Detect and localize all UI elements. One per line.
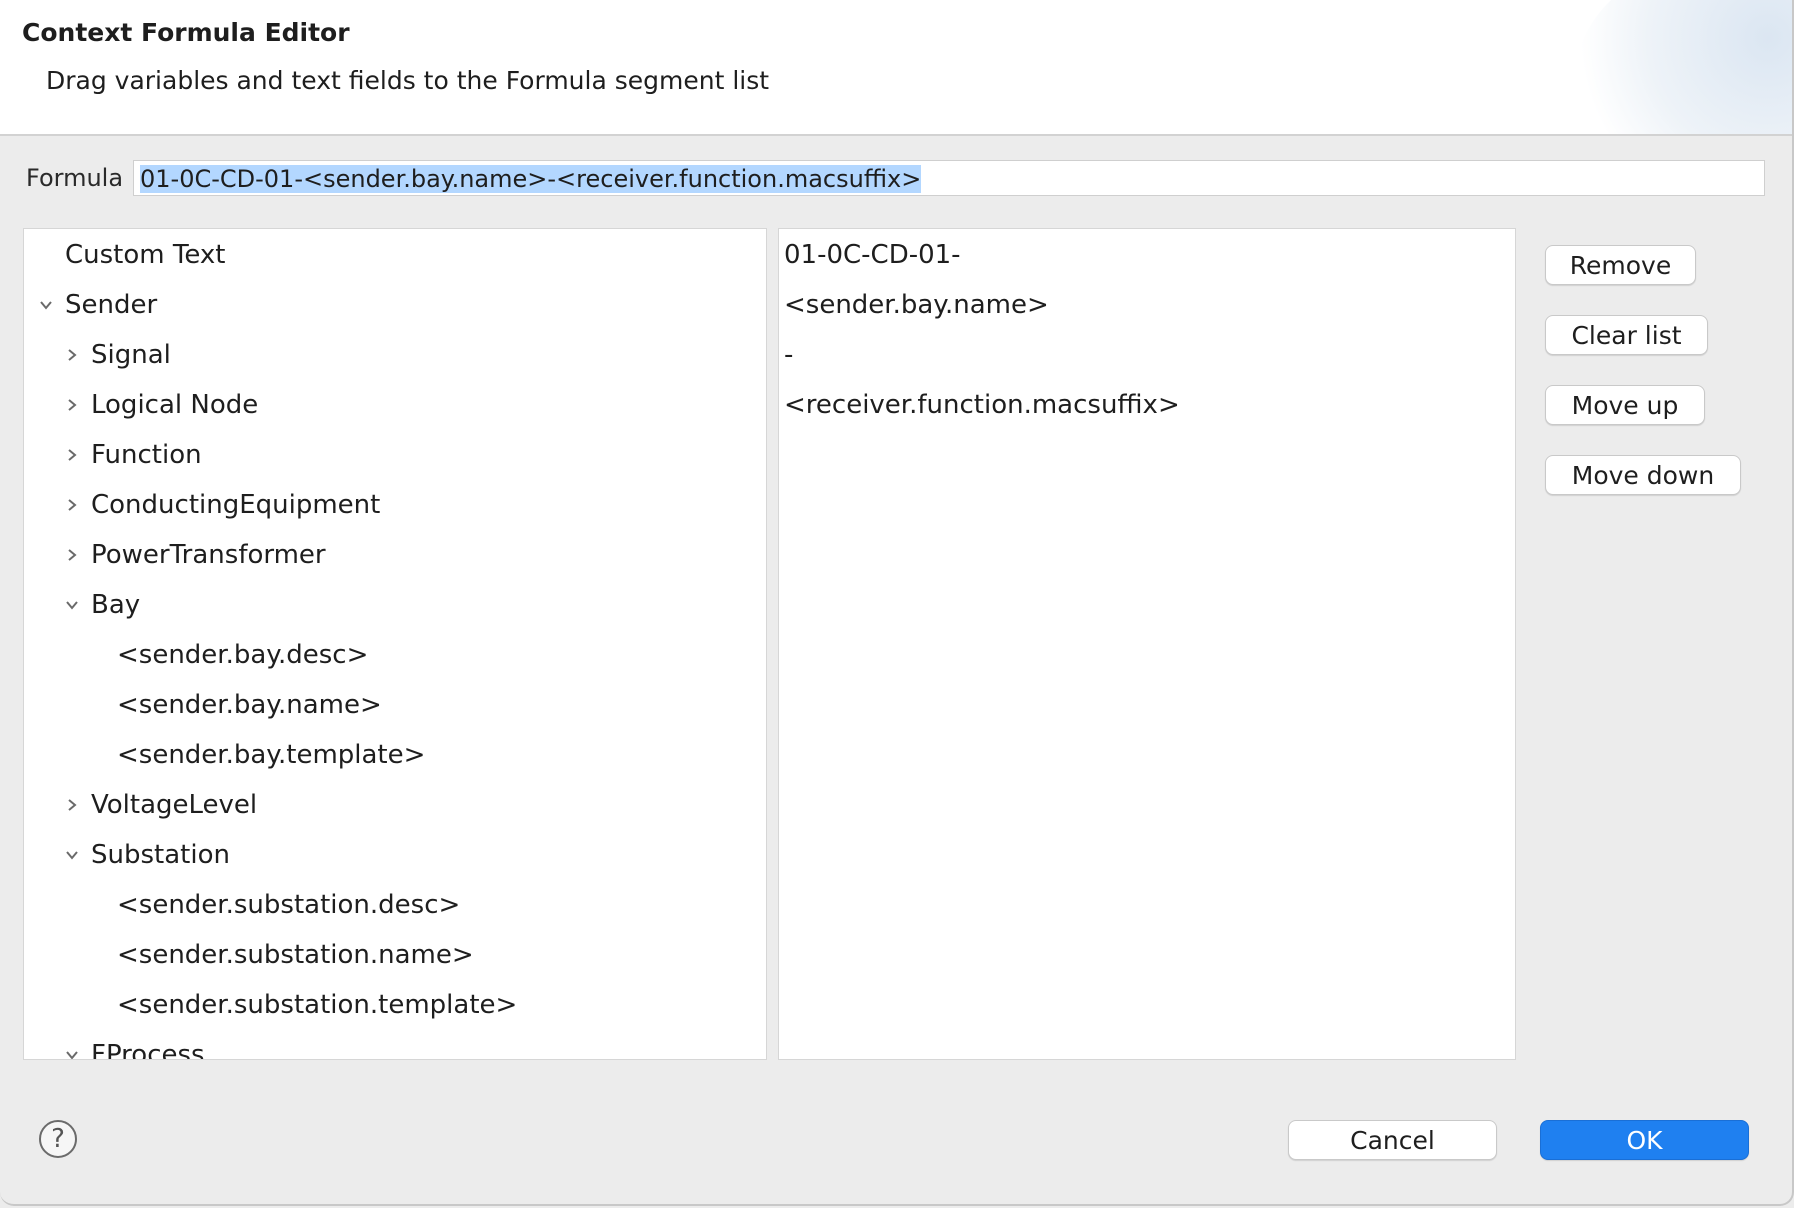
tree-item[interactable]: <sender.substation.name> (117, 935, 474, 975)
tree-item[interactable]: VoltageLevel (91, 785, 257, 825)
tree-item[interactable]: ConductingEquipment (91, 485, 380, 525)
banner-decoration (1572, 0, 1792, 134)
chevron-right-icon[interactable] (62, 785, 82, 825)
dialog-banner: Context Formula Editor Drag variables an… (0, 0, 1792, 136)
segment-list-item[interactable]: - (784, 335, 793, 375)
dialog-title: Context Formula Editor (22, 18, 350, 47)
formula-input[interactable]: 01-0C-CD-01-<sender.bay.name>-<receiver.… (133, 160, 1765, 196)
chevron-right-icon[interactable] (62, 535, 82, 575)
tree-item[interactable]: Sender (65, 285, 157, 325)
chevron-right-icon[interactable] (62, 435, 82, 475)
tree-item[interactable]: Logical Node (91, 385, 258, 425)
segment-list-item[interactable]: <receiver.function.macsuffix> (784, 385, 1180, 425)
chevron-down-icon[interactable] (62, 835, 82, 875)
move-down-button[interactable]: Move down (1545, 455, 1741, 495)
tree-item[interactable]: <sender.bay.name> (117, 685, 382, 725)
chevron-down-icon[interactable] (36, 285, 56, 325)
ok-button[interactable]: OK (1540, 1120, 1749, 1160)
tree-item[interactable]: <sender.substation.template> (117, 985, 517, 1025)
tree-item[interactable]: <sender.bay.template> (117, 735, 425, 775)
cancel-button[interactable]: Cancel (1288, 1120, 1497, 1160)
tree-item[interactable]: PowerTransformer (91, 535, 326, 575)
tree-item[interactable]: Signal (91, 335, 171, 375)
tree-item[interactable]: <sender.bay.desc> (117, 635, 368, 675)
tree-item[interactable]: Bay (91, 585, 140, 625)
dialog-description: Drag variables and text fields to the Fo… (46, 66, 770, 95)
chevron-down-icon[interactable] (62, 585, 82, 625)
remove-button[interactable]: Remove (1545, 245, 1696, 285)
tree-item[interactable]: <sender.substation.desc> (117, 885, 460, 925)
help-icon[interactable]: ? (39, 1120, 77, 1158)
segment-list-item[interactable]: <sender.bay.name> (784, 285, 1049, 325)
clear-list-button[interactable]: Clear list (1545, 315, 1708, 355)
chevron-right-icon[interactable] (62, 485, 82, 525)
tree-item[interactable]: Substation (91, 835, 230, 875)
tree-item[interactable]: Custom Text (65, 235, 225, 275)
chevron-right-icon[interactable] (62, 335, 82, 375)
context-formula-editor-dialog: Context Formula Editor Drag variables an… (0, 0, 1794, 1206)
chevron-right-icon[interactable] (62, 385, 82, 425)
move-up-button[interactable]: Move up (1545, 385, 1705, 425)
tree-item[interactable]: Function (91, 435, 202, 475)
formula-segment-list[interactable]: 01-0C-CD-01- <sender.bay.name> - <receiver.… (778, 228, 1516, 1060)
segment-list-item[interactable]: 01-0C-CD-01- (784, 235, 961, 275)
tree-item[interactable]: FProcess (91, 1035, 205, 1059)
formula-label: Formula (26, 164, 124, 192)
formula-value: 01-0C-CD-01-<sender.bay.name>-<receiver.… (140, 165, 922, 193)
chevron-down-icon[interactable] (62, 1035, 82, 1059)
variable-tree[interactable]: Custom Text Sender Signal Logical Node Funct… (23, 228, 767, 1060)
